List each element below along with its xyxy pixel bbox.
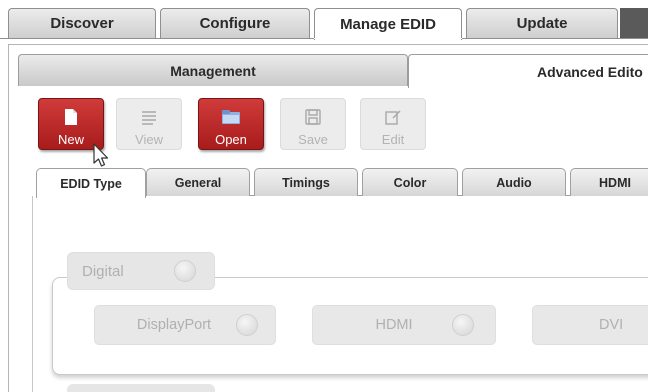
edit-button[interactable]: Edit: [360, 98, 426, 150]
hdmi-radio-icon[interactable]: [452, 314, 474, 336]
tab-configure[interactable]: Configure: [160, 8, 310, 38]
list-icon: [141, 107, 157, 127]
floppy-icon: [305, 107, 321, 127]
tab-advanced-editor[interactable]: Advanced Edito: [408, 54, 648, 88]
digital-label: Digital: [82, 262, 124, 280]
tab-manage-edid[interactable]: Manage EDID: [314, 8, 462, 40]
tab-label: Color: [393, 175, 427, 190]
tab-label: Discover: [50, 15, 114, 32]
hdmi-label: HDMI: [375, 317, 413, 333]
tab-edid-type[interactable]: EDID Type: [36, 168, 146, 198]
tab-audio[interactable]: Audio: [462, 168, 566, 196]
save-button[interactable]: Save: [280, 98, 346, 150]
tab-management[interactable]: Management: [18, 54, 408, 86]
displayport-radio-icon[interactable]: [236, 314, 258, 336]
save-label: Save: [298, 132, 328, 147]
open-label: Open: [215, 132, 247, 147]
tab-label: EDID Type: [60, 176, 122, 191]
tab-label: Advanced Edito: [537, 63, 643, 80]
open-button[interactable]: Open: [198, 98, 264, 150]
tab-label: Management: [170, 62, 256, 79]
tab-label: HDMI: [599, 175, 631, 190]
digital-radio-icon[interactable]: [174, 260, 196, 282]
tab-label: Timings: [282, 175, 330, 190]
view-button[interactable]: View: [116, 98, 182, 150]
tab-discover[interactable]: Discover: [8, 8, 156, 38]
tab-label: General: [174, 175, 222, 190]
tab-label: Audio: [496, 175, 532, 190]
new-label: New: [57, 132, 84, 147]
displayport-label: DisplayPort: [136, 317, 212, 333]
pencil-icon: [385, 107, 401, 127]
analog-group-label[interactable]: [67, 384, 215, 392]
tab-overflow: [620, 8, 648, 38]
tab-label: Manage EDID: [340, 16, 436, 33]
tab-update[interactable]: Update: [466, 8, 618, 38]
tab-color[interactable]: Color: [362, 168, 458, 196]
folder-icon: [221, 107, 241, 127]
tab-timings[interactable]: Timings: [254, 168, 358, 196]
edit-label: Edit: [381, 132, 405, 147]
tab-label: Configure: [199, 15, 271, 32]
tab-general[interactable]: General: [146, 168, 250, 196]
dvi-option[interactable]: DVI: [532, 305, 648, 345]
view-label: View: [135, 132, 163, 147]
dvi-label: DVI: [599, 317, 624, 333]
mouse-cursor-icon: [93, 143, 109, 167]
tab-hdmi[interactable]: HDMI: [570, 168, 648, 196]
document-icon: [64, 107, 78, 127]
tab-label: Update: [516, 15, 568, 32]
